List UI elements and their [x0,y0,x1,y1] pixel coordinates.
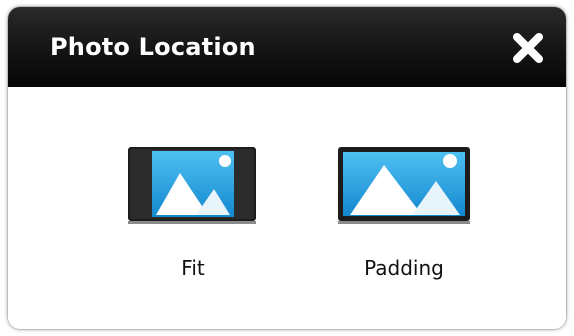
photo-padding-icon [338,147,470,224]
padding-label: Padding [364,256,444,280]
photo-location-dialog: Photo Location Fit Padding [8,7,566,329]
photo-fit-icon [128,147,256,224]
fit-label: Fit [181,256,205,280]
close-icon[interactable] [513,33,543,63]
dialog-titlebar: Photo Location [8,7,566,87]
dialog-body: Fit Padding [8,87,566,329]
dialog-title: Photo Location [50,33,256,61]
fit-option[interactable]: Fit [126,145,260,295]
padding-option[interactable]: Padding [336,145,472,295]
